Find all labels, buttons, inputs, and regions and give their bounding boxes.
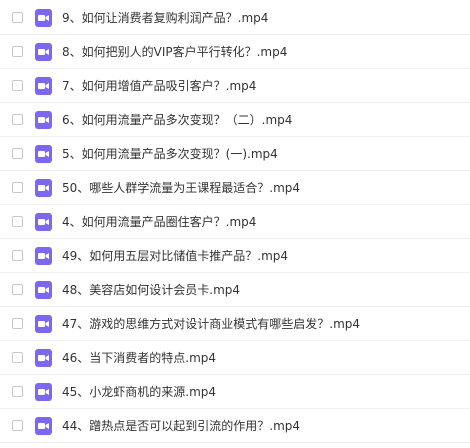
video-file-icon [35,179,52,197]
file-row[interactable]: 48、美容店如何设计会员卡.mp4 [0,273,470,307]
video-file-icon [35,145,52,163]
video-file-icon [35,77,52,95]
row-checkbox[interactable] [12,216,23,227]
row-checkbox[interactable] [12,318,23,329]
row-checkbox[interactable] [12,80,23,91]
file-row[interactable]: 50、哪些人群学流量为王课程最适合？.mp4 [0,171,470,205]
file-row[interactable]: 6、如何用流量产品多次变现？（二）.mp4 [0,103,470,137]
video-file-icon [35,43,52,61]
file-list: 9、如何让消费者复购利润产品？.mp4 8、如何把别人的VIP客户平行转化？.m… [0,0,470,448]
file-row[interactable]: 9、如何让消费者复购利润产品？.mp4 [0,1,470,35]
row-checkbox[interactable] [12,386,23,397]
file-name[interactable]: 50、哪些人群学流量为王课程最适合？.mp4 [62,171,300,205]
file-name[interactable]: 6、如何用流量产品多次变现？（二）.mp4 [62,103,292,137]
video-file-icon [35,9,52,27]
row-checkbox[interactable] [12,250,23,261]
video-file-icon [35,213,52,231]
row-checkbox[interactable] [12,114,23,125]
file-row[interactable]: 4、如何用流量产品圈住客户？.mp4 [0,205,470,239]
row-checkbox[interactable] [12,46,23,57]
file-row[interactable]: 49、如何用五层对比储值卡推产品？.mp4 [0,239,470,273]
video-file-icon [35,383,52,401]
file-name[interactable]: 47、游戏的思维方式对设计商业模式有哪些启发？.mp4 [62,307,360,341]
file-name[interactable]: 9、如何让消费者复购利润产品？.mp4 [62,1,268,35]
file-row[interactable]: 7、如何用增值产品吸引客户？.mp4 [0,69,470,103]
row-checkbox[interactable] [12,420,23,431]
video-file-icon [35,111,52,129]
file-row[interactable]: 45、小龙虾商机的来源.mp4 [0,375,470,409]
video-file-icon [35,349,52,367]
file-name[interactable]: 5、如何用流量产品多次变现？(一).mp4 [62,137,278,171]
file-name[interactable]: 44、蹭热点是否可以起到引流的作用？.mp4 [62,409,300,443]
video-file-icon [35,315,52,333]
file-row[interactable]: 5、如何用流量产品多次变现？(一).mp4 [0,137,470,171]
file-name[interactable]: 48、美容店如何设计会员卡.mp4 [62,273,240,307]
row-checkbox[interactable] [12,352,23,363]
file-name[interactable]: 8、如何把别人的VIP客户平行转化？.mp4 [62,35,287,69]
video-file-icon [35,247,52,265]
file-name[interactable]: 49、如何用五层对比储值卡推产品？.mp4 [62,239,288,273]
file-row[interactable]: 47、游戏的思维方式对设计商业模式有哪些启发？.mp4 [0,307,470,341]
row-checkbox[interactable] [12,148,23,159]
file-name[interactable]: 4、如何用流量产品圈住客户？.mp4 [62,205,256,239]
file-name[interactable]: 45、小龙虾商机的来源.mp4 [62,375,216,409]
file-name[interactable]: 46、当下消费者的特点.mp4 [62,341,216,375]
file-row[interactable]: 8、如何把别人的VIP客户平行转化？.mp4 [0,35,470,69]
row-checkbox[interactable] [12,284,23,295]
file-name[interactable]: 7、如何用增值产品吸引客户？.mp4 [62,69,256,103]
row-checkbox[interactable] [12,12,23,23]
file-row[interactable]: 46、当下消费者的特点.mp4 [0,341,470,375]
row-checkbox[interactable] [12,182,23,193]
video-file-icon [35,281,52,299]
video-file-icon [35,417,52,435]
file-row[interactable]: 44、蹭热点是否可以起到引流的作用？.mp4 [0,409,470,443]
